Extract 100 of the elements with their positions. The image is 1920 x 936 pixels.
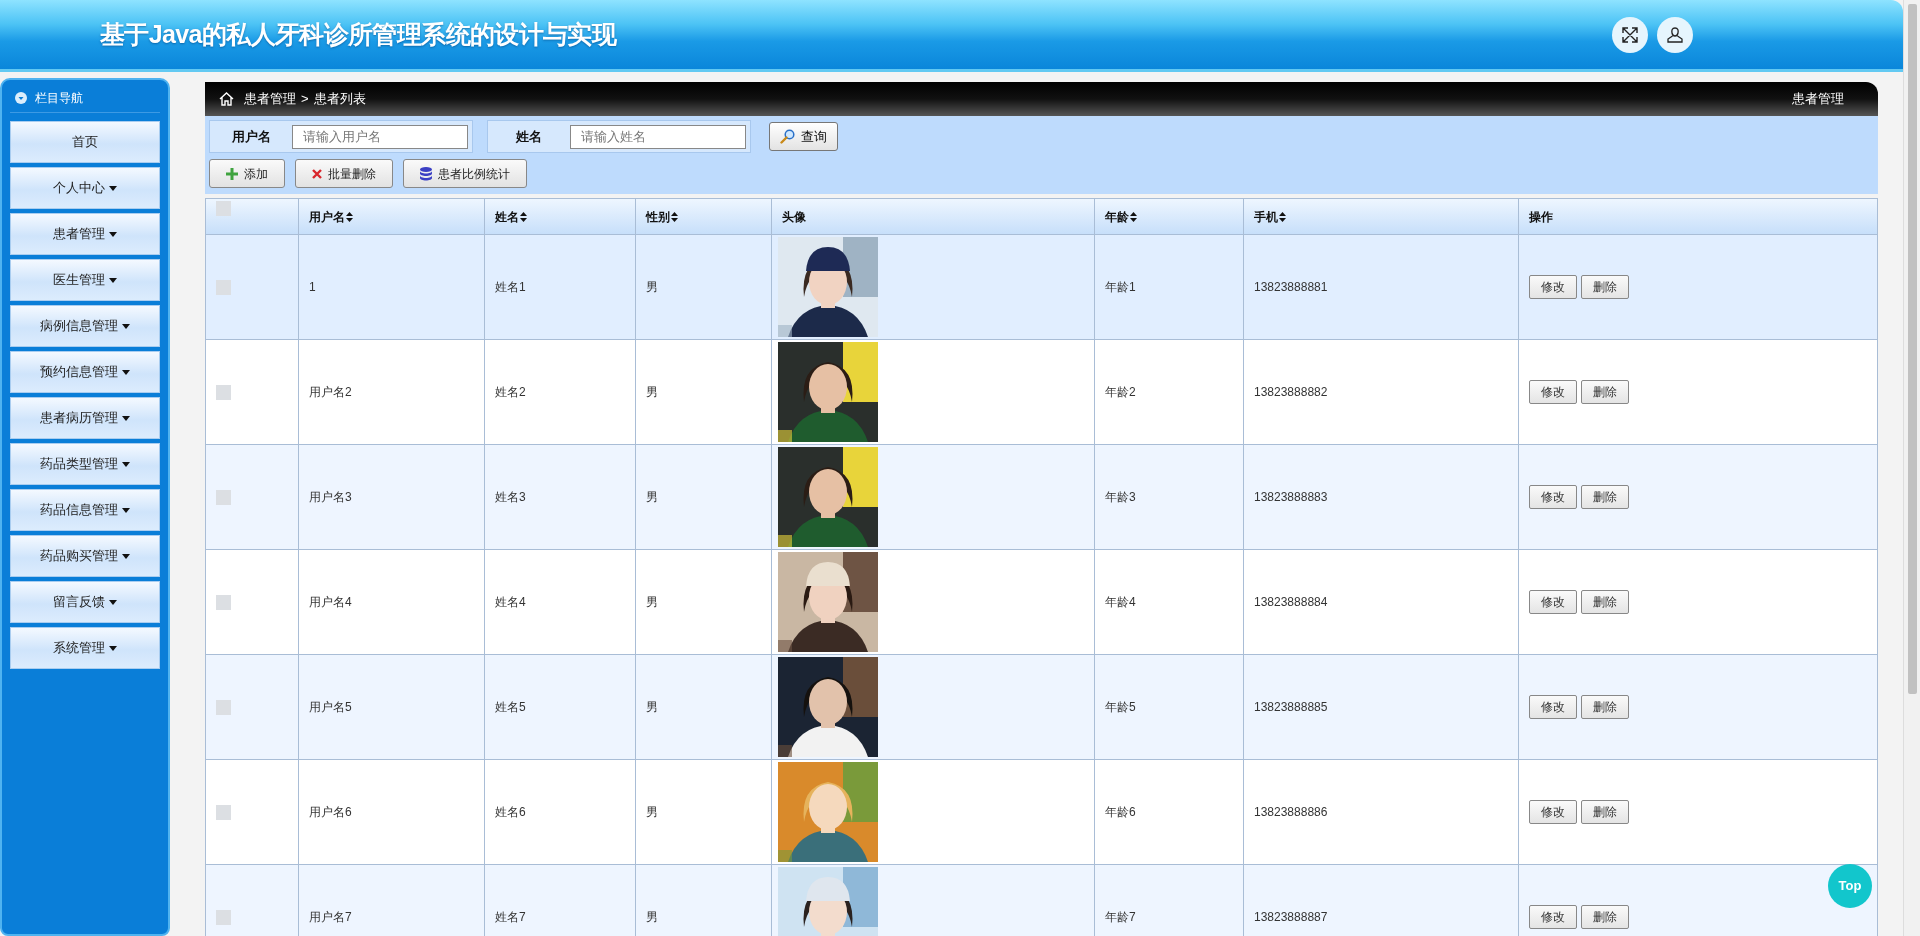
age-cell-text: 年龄5 bbox=[1105, 699, 1136, 716]
app-title: 基于Java的私人牙科诊所管理系统的设计与实现 bbox=[100, 18, 617, 50]
name-cell-text: 姓名1 bbox=[495, 279, 526, 296]
search-button[interactable]: 查询 bbox=[769, 122, 838, 151]
fullscreen-icon[interactable] bbox=[1612, 16, 1648, 53]
search-field[interactable]: 请输入姓名 bbox=[570, 124, 746, 149]
name-cell-text: 姓名2 bbox=[495, 384, 526, 401]
username-cell-text: 用户名2 bbox=[309, 384, 352, 401]
gender-cell-text: 男 bbox=[646, 804, 658, 821]
username-cell-text: 用户名4 bbox=[309, 594, 352, 611]
delete-button[interactable]: 删除 bbox=[1581, 275, 1629, 299]
checkbox[interactable] bbox=[216, 804, 231, 820]
database-icon bbox=[420, 166, 432, 181]
column-header[interactable]: 年龄 bbox=[1105, 207, 1137, 226]
username-cell-text: 用户名7 bbox=[309, 909, 352, 926]
caret-icon bbox=[109, 185, 117, 191]
action-button[interactable]: 添加 bbox=[209, 159, 285, 188]
name-cell-text: 姓名4 bbox=[495, 594, 526, 611]
edit-button[interactable]: 修改 bbox=[1529, 380, 1577, 404]
edit-button[interactable]: 修改 bbox=[1529, 590, 1577, 614]
checkbox[interactable] bbox=[216, 909, 231, 925]
checkbox[interactable] bbox=[216, 384, 231, 400]
caret-icon bbox=[109, 277, 117, 283]
checkbox[interactable] bbox=[216, 594, 231, 610]
sort-icon bbox=[520, 211, 527, 222]
phone-cell-text: 13823888886 bbox=[1254, 804, 1328, 821]
column-header[interactable]: 性别 bbox=[646, 207, 678, 226]
phone-cell-text: 13823888885 bbox=[1254, 699, 1328, 716]
edit-button[interactable]: 修改 bbox=[1529, 485, 1577, 509]
caret-icon bbox=[122, 553, 130, 559]
nav-item[interactable]: 个人中心 bbox=[10, 167, 160, 209]
phone-cell-text: 13823888887 bbox=[1254, 909, 1328, 926]
delete-button[interactable]: 删除 bbox=[1581, 485, 1629, 509]
field-label: 用户名 bbox=[230, 127, 272, 146]
action-button[interactable]: 批量删除 bbox=[295, 159, 393, 188]
user-icon[interactable] bbox=[1657, 16, 1693, 53]
column-header[interactable]: 姓名 bbox=[495, 207, 527, 226]
age-cell-text: 年龄4 bbox=[1105, 594, 1136, 611]
caret-icon bbox=[122, 461, 130, 467]
age-cell-text: 年龄2 bbox=[1105, 384, 1136, 401]
caret-icon bbox=[122, 415, 130, 421]
sidebar-title: 栏目导航 bbox=[35, 89, 83, 107]
nav-item[interactable]: 患者病历管理 bbox=[10, 397, 160, 439]
delete-button[interactable]: 删除 bbox=[1581, 380, 1629, 404]
nav-item[interactable]: 药品类型管理 bbox=[10, 443, 160, 485]
checkbox[interactable] bbox=[216, 279, 231, 295]
phone-cell-text: 13823888881 bbox=[1254, 279, 1328, 296]
gender-cell-text: 男 bbox=[646, 909, 658, 926]
username-cell-text: 用户名5 bbox=[309, 699, 352, 716]
search-field[interactable]: 请输入用户名 bbox=[292, 124, 468, 149]
caret-icon bbox=[122, 507, 130, 513]
column-header[interactable]: 手机 bbox=[1254, 207, 1286, 226]
nav-item[interactable]: 留言反馈 bbox=[10, 581, 160, 623]
name-cell-text: 姓名5 bbox=[495, 699, 526, 716]
nav-item[interactable]: 医生管理 bbox=[10, 259, 160, 301]
delete-button[interactable]: 删除 bbox=[1581, 695, 1629, 719]
delete-button[interactable]: 删除 bbox=[1581, 800, 1629, 824]
page-title: 患者管理 bbox=[1792, 90, 1844, 109]
username-cell-text: 用户名3 bbox=[309, 489, 352, 506]
sort-icon bbox=[671, 211, 678, 222]
nav-item[interactable]: 系统管理 bbox=[10, 627, 160, 669]
edit-button[interactable]: 修改 bbox=[1529, 275, 1577, 299]
delete-button[interactable]: 删除 bbox=[1581, 590, 1629, 614]
age-cell-text: 年龄7 bbox=[1105, 909, 1136, 926]
column-header[interactable]: 用户名 bbox=[309, 207, 353, 226]
gender-cell-text: 男 bbox=[646, 699, 658, 716]
nav-item[interactable]: 首页 bbox=[10, 121, 160, 163]
edit-button[interactable]: 修改 bbox=[1529, 695, 1577, 719]
gender-cell-text: 男 bbox=[646, 489, 658, 506]
sort-icon bbox=[1130, 211, 1137, 222]
delete-button[interactable]: 删除 bbox=[1581, 905, 1629, 929]
checkbox[interactable] bbox=[216, 699, 231, 715]
nav-item[interactable]: 药品购买管理 bbox=[10, 535, 160, 577]
column-header: 操作 bbox=[1529, 208, 1553, 226]
edit-button[interactable]: 修改 bbox=[1529, 905, 1577, 929]
caret-icon bbox=[109, 645, 117, 651]
search-icon bbox=[780, 129, 795, 144]
scrollbar[interactable] bbox=[1903, 0, 1920, 936]
home-icon bbox=[219, 92, 234, 106]
nav-item[interactable]: 病例信息管理 bbox=[10, 305, 160, 347]
caret-icon bbox=[122, 323, 130, 329]
gender-cell-text: 男 bbox=[646, 384, 658, 401]
edit-button[interactable]: 修改 bbox=[1529, 800, 1577, 824]
nav-item[interactable]: 预约信息管理 bbox=[10, 351, 160, 393]
plus-icon bbox=[226, 167, 238, 180]
nav-item[interactable]: 患者管理 bbox=[10, 213, 160, 255]
gender-cell-text: 男 bbox=[646, 594, 658, 611]
field-label: 姓名 bbox=[515, 127, 543, 146]
checkbox[interactable] bbox=[216, 489, 231, 505]
phone-cell-text: 13823888884 bbox=[1254, 594, 1328, 611]
cross-icon bbox=[312, 168, 322, 179]
gender-cell-text: 男 bbox=[646, 279, 658, 296]
breadcrumb-current: 患者列表 bbox=[313, 90, 366, 109]
breadcrumb-separator: > bbox=[301, 90, 309, 109]
breadcrumb-link[interactable]: 患者管理 bbox=[244, 89, 296, 109]
nav-item[interactable]: 药品信息管理 bbox=[10, 489, 160, 531]
action-button[interactable]: 患者比例统计 bbox=[403, 159, 527, 188]
checkbox[interactable] bbox=[216, 201, 231, 216]
name-cell-text: 姓名7 bbox=[495, 909, 526, 926]
age-cell-text: 年龄1 bbox=[1105, 279, 1136, 296]
